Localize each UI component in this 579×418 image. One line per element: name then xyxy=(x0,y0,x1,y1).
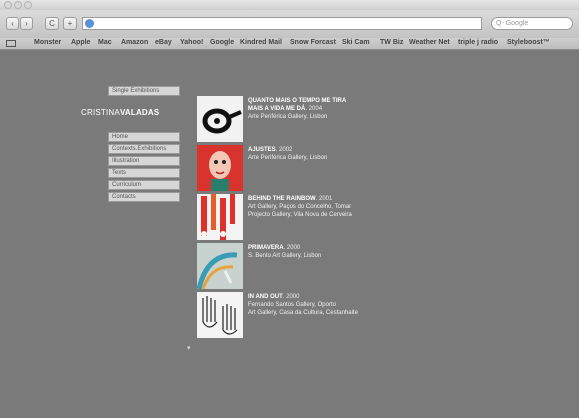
bookmark-item[interactable]: Monster xyxy=(34,39,61,46)
exhibition-thumbnail[interactable] xyxy=(197,145,243,191)
reload-button[interactable]: C xyxy=(45,17,59,30)
hands-artwork-icon xyxy=(197,292,243,338)
add-bookmark-button[interactable]: + xyxy=(63,17,77,30)
nav-item-texts[interactable]: Texts xyxy=(108,168,180,178)
exhibition-title: IN AND OUT xyxy=(248,294,283,300)
browser-window: ‹ › C + Q- Google Monster Apple Mac Amaz… xyxy=(0,0,579,418)
bookmark-item[interactable]: Ski Cam xyxy=(342,39,370,46)
exhibition-entry[interactable]: AJUSTES. 2002 Arte Periférica Gallery, L… xyxy=(248,146,327,162)
single-exhibitions-button[interactable]: Single Exhibitions xyxy=(108,86,180,96)
bookmark-item[interactable]: Kindred Mail xyxy=(240,39,282,46)
nav-item-home[interactable]: Home xyxy=(108,132,180,142)
title-bar xyxy=(0,0,579,10)
exhibition-title-line2: MAIS A VIDA ME DÁ xyxy=(248,106,306,112)
browser-toolbar: ‹ › C + Q- Google xyxy=(0,10,579,38)
exhibition-thumbnail[interactable] xyxy=(197,292,243,338)
exhibition-entry[interactable]: PRIMAVERA. 2000 S. Bento Art Gallery, Li… xyxy=(248,244,321,260)
logo-first-name: CRISTINA xyxy=(81,108,120,117)
exhibition-venue: Art Gallery, Casa da Cultura, Cestanhait… xyxy=(248,310,358,316)
bookmark-item[interactable]: Styleboost™ xyxy=(507,39,550,46)
exhibition-thumbnail[interactable] xyxy=(197,96,243,142)
exhibition-year: . 2004 xyxy=(305,106,323,112)
bookmark-item[interactable]: triple j radio xyxy=(458,39,498,46)
exhibition-venue: Art Gallery, Paços do Concelho, Tomar xyxy=(248,204,352,210)
exhibition-venue: S. Bento Art Gallery, Lisbon xyxy=(248,253,322,259)
exhibition-venue: Projecto Gallery, Vila Nova de Cerveira xyxy=(248,212,352,218)
rainbow-artwork-icon xyxy=(201,194,235,240)
swirl-artwork-icon xyxy=(202,108,242,134)
close-window-button[interactable] xyxy=(4,1,12,9)
bookmarks-book-icon[interactable] xyxy=(6,40,16,47)
search-input[interactable]: Q- Google xyxy=(491,17,573,30)
globe-icon xyxy=(85,19,94,28)
minimize-window-button[interactable] xyxy=(14,1,22,9)
address-bar[interactable] xyxy=(82,17,482,30)
bookmark-item[interactable]: Apple xyxy=(71,39,90,46)
page-content: Single Exhibitions CRISTINAVALADAS Home … xyxy=(0,50,579,418)
bookmark-item[interactable]: Snow Forcast xyxy=(290,39,336,46)
exhibition-year: . 2000 xyxy=(283,245,301,251)
bookmark-item[interactable]: Mac xyxy=(98,39,112,46)
exhibition-thumbnail[interactable] xyxy=(197,243,243,289)
bookmark-item[interactable]: Google xyxy=(210,39,234,46)
exhibition-year: . 2000 xyxy=(282,294,300,300)
exhibition-entry[interactable]: BEHIND THE RAINBOW. 2001 Art Gallery, Pa… xyxy=(248,195,352,219)
exhibition-title: BEHIND THE RAINBOW xyxy=(248,196,316,202)
primavera-artwork-icon xyxy=(197,243,243,289)
nav-item-illustration[interactable]: Illustration xyxy=(108,156,180,166)
exhibition-thumbnail[interactable] xyxy=(197,194,243,240)
exhibition-title: PRIMAVERA xyxy=(248,245,284,251)
face-artwork-icon xyxy=(197,145,243,191)
site-logo[interactable]: CRISTINAVALADAS xyxy=(81,108,159,117)
logo-last-name: VALADAS xyxy=(119,108,160,117)
exhibition-venue: Fernando Santos Gallery, Oporto xyxy=(248,302,336,308)
bookmark-item[interactable]: Amazon xyxy=(121,39,148,46)
back-button[interactable]: ‹ xyxy=(6,17,19,30)
exhibition-venue: Arte Periférica Gallery, Lisbon xyxy=(248,114,328,120)
exhibition-entry[interactable]: IN AND OUT. 2000 Fernando Santos Gallery… xyxy=(248,293,358,317)
bookmark-item[interactable]: eBay xyxy=(155,39,172,46)
bookmark-item[interactable]: Yahoo! xyxy=(180,39,203,46)
exhibition-title: QUANTO MAIS O TEMPO ME TIRA xyxy=(248,98,347,104)
exhibition-year: . 2002 xyxy=(275,147,293,153)
exhibition-entry[interactable]: QUANTO MAIS O TEMPO ME TIRA MAIS A VIDA … xyxy=(248,97,346,121)
nav-item-contacts[interactable]: Contacts xyxy=(108,192,180,202)
bookmark-item[interactable]: Weather Net xyxy=(409,39,450,46)
forward-button[interactable]: › xyxy=(20,17,33,30)
arrow-down-icon[interactable]: ▾ xyxy=(187,344,191,352)
nav-item-curriculum[interactable]: Curriculum xyxy=(108,180,180,190)
exhibition-title: AJUSTES xyxy=(248,147,276,153)
nav-item-exhibitions[interactable]: Contexts.Exhibitions xyxy=(108,144,180,154)
bookmarks-bar: Monster Apple Mac Amazon eBay Yahoo! Goo… xyxy=(0,38,579,50)
exhibition-venue: Arte Periférica Gallery, Lisbon xyxy=(248,155,328,161)
bookmark-item[interactable]: TW Biz xyxy=(380,39,403,46)
exhibition-year: . 2001 xyxy=(315,196,333,202)
zoom-window-button[interactable] xyxy=(24,1,32,9)
